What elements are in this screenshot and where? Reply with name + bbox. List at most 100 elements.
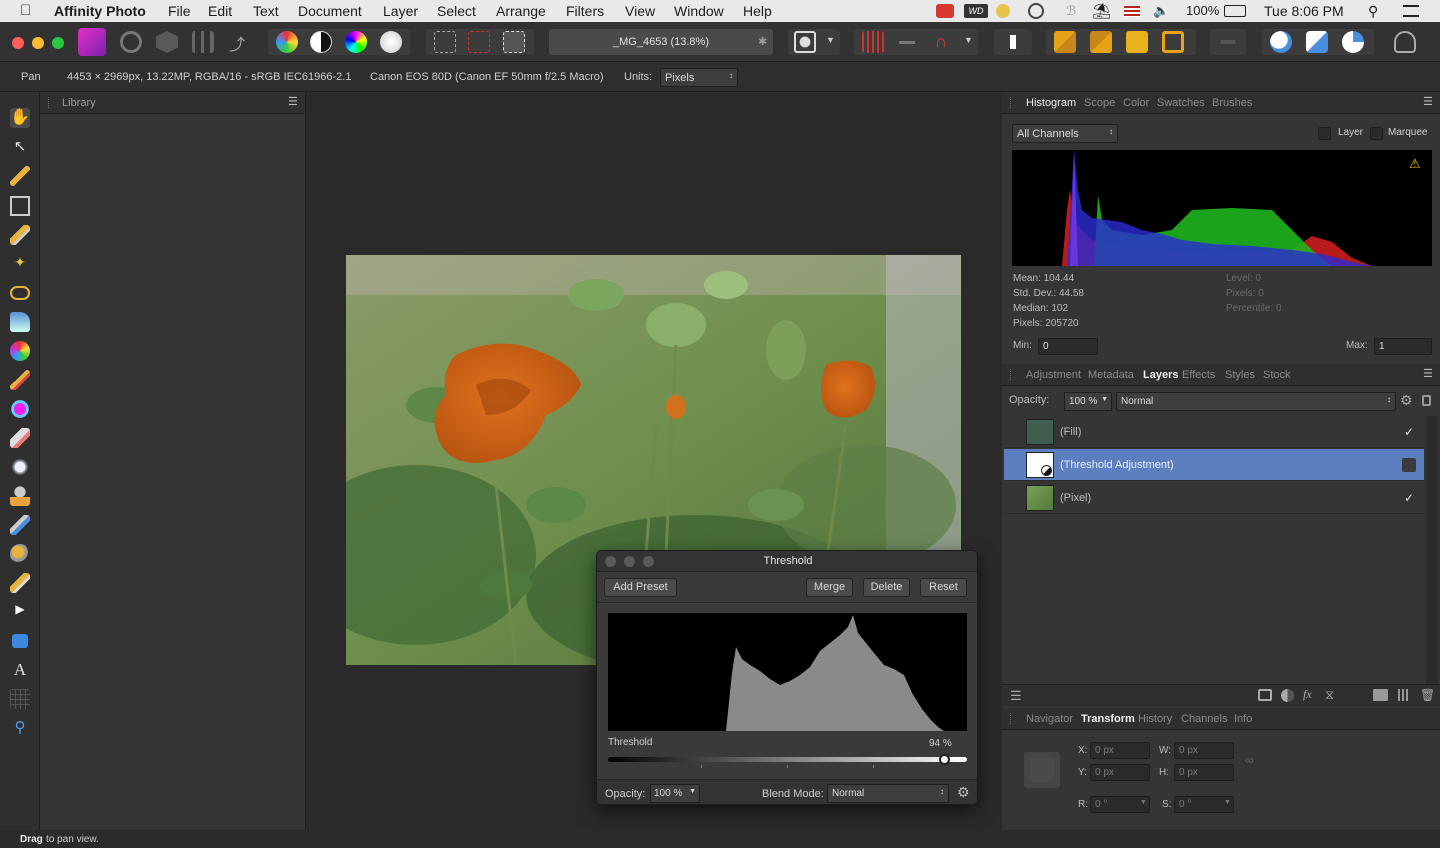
dialog-titlebar[interactable]: Threshold — [597, 551, 977, 572]
menu-view[interactable]: View — [625, 3, 655, 19]
tab-effects[interactable]: Effects — [1182, 369, 1215, 381]
layer-visibility-checkbox[interactable] — [1402, 458, 1416, 472]
invert-selection-icon[interactable] — [503, 31, 525, 53]
menu-layer[interactable]: Layer — [383, 3, 418, 19]
layer-visibility-checkbox[interactable]: ✓ — [1402, 425, 1416, 439]
tab-info[interactable]: Info — [1234, 713, 1252, 725]
healing-brush-tool-icon[interactable] — [10, 515, 30, 535]
freehand-selection-tool-icon[interactable] — [10, 286, 30, 300]
adjustment-layer-icon[interactable] — [1281, 689, 1294, 702]
export-persona-icon[interactable]: ⤴ — [226, 31, 248, 54]
move-forward-icon[interactable] — [1002, 31, 1024, 53]
flood-select-tool-icon[interactable]: ✦ — [10, 254, 30, 274]
menu-edit[interactable]: Edit — [208, 3, 232, 19]
paint-brush-tool-icon[interactable] — [10, 370, 30, 390]
spotlight-icon[interactable]: ⚲ — [1368, 3, 1378, 20]
dodge-brush-tool-icon[interactable] — [10, 457, 30, 477]
grid-snap-icon[interactable] — [862, 31, 884, 53]
layers-blend-mode-select[interactable]: Normal ↕ — [1116, 392, 1396, 411]
menu-select[interactable]: Select — [437, 3, 476, 19]
move-tool-icon[interactable]: ↖ — [10, 137, 30, 157]
quick-mask-icon[interactable] — [794, 31, 816, 53]
layer-row-threshold[interactable]: (Threshold Adjustment) — [1004, 449, 1424, 481]
snapping-dropdown-icon[interactable]: ▼ — [964, 35, 973, 45]
node-tool-icon[interactable]: ▶ — [10, 602, 30, 622]
layers-scrollbar[interactable] — [1426, 416, 1438, 684]
user-account-icon[interactable] — [1394, 31, 1416, 53]
panel-grip-icon[interactable] — [1010, 713, 1012, 724]
photo-persona-icon[interactable] — [78, 28, 106, 56]
subtract-geometry-icon[interactable] — [1306, 31, 1328, 53]
clock[interactable]: Tue 8:06 PM — [1264, 3, 1344, 19]
tab-adjustment[interactable]: Adjustment — [1026, 369, 1081, 381]
artistic-text-tool-icon[interactable]: A — [10, 660, 30, 680]
liquify-persona-icon[interactable] — [120, 31, 142, 53]
wd-icon[interactable]: WD — [964, 4, 988, 18]
transform-h-field[interactable]: 0 px — [1174, 764, 1234, 781]
window-minimize-button[interactable] — [32, 37, 44, 49]
fx-icon[interactable]: fx — [1303, 687, 1312, 702]
color-picker-tool-icon[interactable] — [10, 166, 30, 186]
tab-styles[interactable]: Styles — [1225, 369, 1255, 381]
time-machine-icon[interactable] — [1028, 3, 1044, 19]
layer-lock-icon[interactable] — [1422, 395, 1431, 406]
mesh-warp-tool-icon[interactable] — [10, 689, 30, 709]
transform-x-field[interactable]: 0 px — [1090, 742, 1150, 759]
pan-tool-icon[interactable]: ✋ — [10, 108, 30, 128]
threshold-slider-handle[interactable] — [938, 754, 950, 765]
tab-scope[interactable]: Scope — [1084, 97, 1115, 109]
snapping-magnet-icon[interactable]: ∩ — [930, 31, 952, 53]
auto-white-balance-icon[interactable] — [380, 31, 402, 53]
window-close-button[interactable] — [12, 37, 24, 49]
tab-metadata[interactable]: Metadata — [1088, 369, 1134, 381]
color-replacement-tool-icon[interactable] — [10, 399, 30, 419]
add-pixel-layer-icon[interactable] — [1398, 689, 1410, 701]
layers-menu-icon[interactable]: ☰ — [1423, 367, 1433, 380]
merge-button[interactable]: Merge — [806, 578, 853, 597]
tab-layers[interactable]: Layers — [1143, 369, 1178, 381]
panel-grip-icon[interactable] — [48, 97, 50, 108]
menu-text[interactable]: Text — [253, 3, 279, 19]
add-group-folder-icon[interactable] — [1373, 689, 1388, 701]
marquee-checkbox[interactable] — [1370, 127, 1383, 140]
tab-navigator[interactable]: Navigator — [1026, 713, 1073, 725]
rotation-dropdown-icon[interactable]: ▼ — [1140, 799, 1147, 806]
anchor-point-selector[interactable] — [1024, 752, 1060, 788]
zoom-tool-icon[interactable]: ⚲ — [10, 718, 30, 738]
quick-mask-dropdown-icon[interactable]: ▼ — [826, 35, 835, 45]
volume-icon[interactable]: 🔈 — [1153, 3, 1169, 19]
deselect-icon[interactable] — [468, 31, 490, 53]
menu-window[interactable]: Window — [674, 3, 724, 19]
app-tray-icon[interactable] — [936, 4, 954, 18]
app-name-menu[interactable]: Affinity Photo — [54, 3, 146, 19]
smudge-brush-tool-icon[interactable] — [10, 544, 30, 564]
menu-filters[interactable]: Filters — [566, 3, 604, 19]
order-forward-icon[interactable] — [1126, 31, 1148, 53]
tab-swatches[interactable]: Swatches — [1157, 97, 1205, 109]
panel-grip-icon[interactable] — [1010, 97, 1012, 108]
clone-brush-tool-icon[interactable] — [10, 486, 30, 506]
layer-checkbox[interactable] — [1318, 127, 1331, 140]
channel-select[interactable]: All Channels ↕ — [1012, 124, 1118, 143]
crop-tool-icon[interactable] — [10, 196, 30, 216]
auto-levels-icon[interactable] — [276, 31, 298, 53]
order-front-icon[interactable] — [1162, 31, 1184, 53]
dialog-blend-mode-select[interactable]: Normal ↕ — [827, 784, 949, 803]
auto-contrast-icon[interactable] — [310, 31, 332, 53]
wifi-icon[interactable]: ⛱ — [1092, 2, 1111, 20]
layer-visibility-checkbox[interactable]: ✓ — [1402, 491, 1416, 505]
menu-document[interactable]: Document — [298, 3, 362, 19]
document-title-field[interactable]: _MG_4653 (13.8%) — [549, 29, 773, 55]
auto-colors-icon[interactable] — [345, 31, 367, 53]
panel-grip-icon[interactable] — [1010, 369, 1012, 380]
live-filter-icon[interactable]: ⧖ — [1325, 687, 1334, 703]
tone-mapping-persona-icon[interactable] — [192, 31, 214, 53]
us-flag-icon[interactable] — [1124, 6, 1140, 17]
layers-opacity-field[interactable]: 100 % ▼ — [1064, 392, 1112, 411]
transform-y-field[interactable]: 0 px — [1090, 764, 1150, 781]
shear-dropdown-icon[interactable]: ▼ — [1224, 799, 1231, 806]
tab-stock[interactable]: Stock — [1263, 369, 1291, 381]
battery-icon[interactable] — [1224, 5, 1246, 17]
layer-row-pixel[interactable]: (Pixel) ✓ — [1004, 482, 1424, 514]
dialog-opacity-field[interactable]: 100 % ▼ — [650, 784, 700, 803]
